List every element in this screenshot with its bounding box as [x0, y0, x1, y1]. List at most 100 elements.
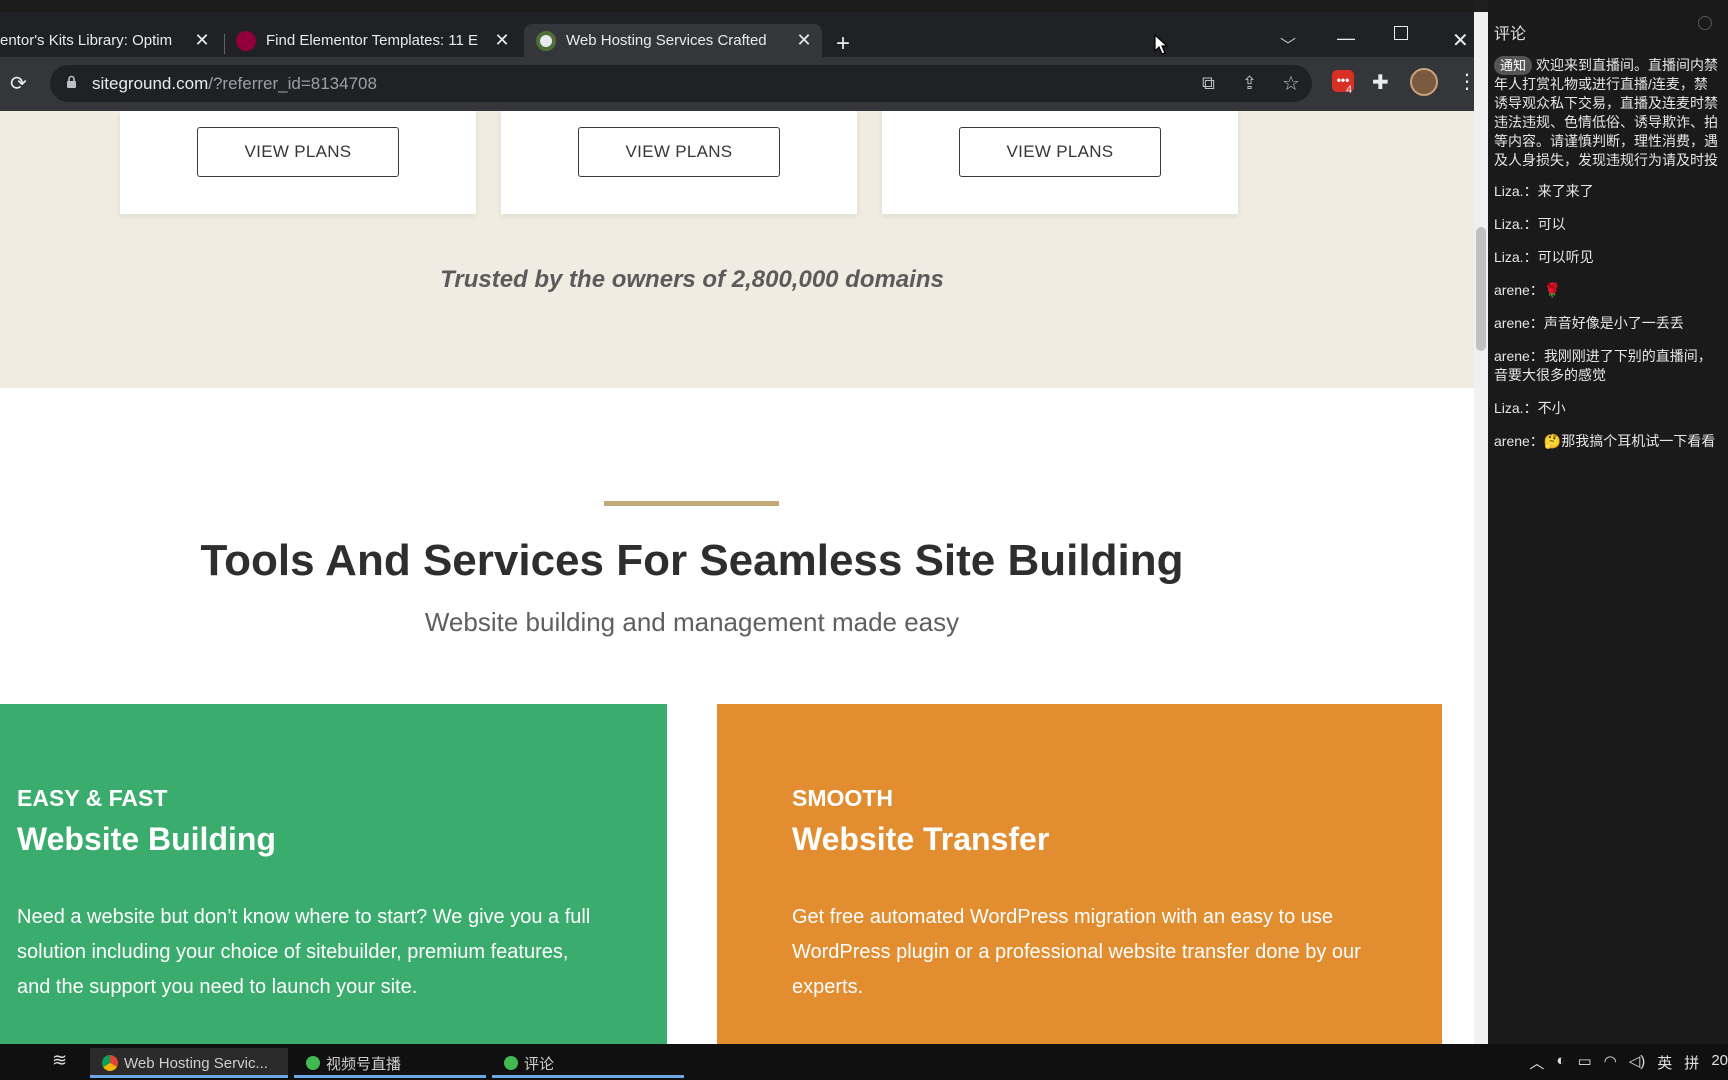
comment-author: Liza.： [1494, 249, 1538, 265]
notice-line: 诱导观众私下交易，直播及连麦时禁 [1494, 95, 1718, 111]
section-subtitle: Website building and management made eas… [424, 607, 960, 637]
plan-card: VIEW PLANS [501, 111, 857, 214]
comment-text: 声音好像是小了一丢丢 [1543, 315, 1684, 331]
notice-line: 及人身损失，发现违规行为请及时投 [1494, 152, 1718, 168]
comment-text: 我刚刚进了下别的直播间， [1543, 348, 1712, 364]
comment-text: 不小 [1537, 400, 1566, 416]
url-text: siteground.com/?referrer_id=8134708 [92, 74, 377, 94]
app-launcher-icon[interactable]: ≋ [52, 1050, 67, 1071]
translate-icon[interactable]: ⧉ [1202, 73, 1215, 94]
page-scrollbar[interactable]: ▼ [1474, 12, 1488, 1062]
taskbar-item-label: Web Hosting Servic... [124, 1054, 268, 1072]
ime-language[interactable]: 英 [1657, 1052, 1672, 1073]
comment-item: Liza.：不小 [1494, 399, 1728, 418]
active-indicator [90, 1075, 288, 1078]
tab-label: Find Elementor Templates: 11 E [266, 32, 479, 49]
comment-list[interactable]: 通知 欢迎来到直播间。直播间内禁 年人打赏礼物或进行直播/连麦，禁 诱导观众私下交… [1494, 56, 1728, 465]
feature-title: Website Building [17, 821, 276, 857]
bookmark-star-icon[interactable]: ☆ [1282, 71, 1300, 96]
taskbar-item-chrome[interactable]: Web Hosting Servic... [90, 1048, 288, 1078]
notice-badge: 通知 [1494, 56, 1533, 75]
section-divider [604, 501, 779, 506]
feature-title: Website Transfer [792, 821, 1050, 857]
pricing-section-bottom: VIEW PLANS VIEW PLANS VIEW PLANS Trusted… [0, 111, 1474, 388]
scrollbar-thumb[interactable] [1476, 227, 1486, 351]
comment-item: arene：声音好像是小了一丢丢 [1494, 314, 1728, 333]
clock[interactable]: 20 [1711, 1052, 1728, 1073]
half-moon-icon[interactable]: ◐ [1556, 1052, 1565, 1073]
tab-elementor-kits[interactable]: entor's Kits Library: Optim ✕ [0, 24, 218, 57]
notice-line: 违法违规、色情低俗、诱导欺诈、拍 [1494, 114, 1718, 130]
close-icon[interactable]: ✕ [794, 30, 814, 51]
tab-find-elementor-templates[interactable]: Find Elementor Templates: 11 E ✕ [236, 24, 518, 57]
minimize-icon[interactable]: — [1337, 28, 1355, 49]
wifi-icon[interactable]: ◠ [1604, 1052, 1617, 1073]
siteground-favicon-icon [536, 30, 556, 51]
ime-mode[interactable]: 拼 [1684, 1052, 1699, 1073]
system-notice: 通知 欢迎来到直播间。直播间内禁 年人打赏礼物或进行直播/连麦，禁 诱导观众私下交… [1494, 56, 1728, 170]
menu-kebab-icon[interactable]: ⋮ [1457, 69, 1474, 94]
taskbar-item-live[interactable]: 视频号直播 [294, 1048, 486, 1078]
comment-text: 可以听见 [1537, 249, 1594, 265]
address-bar[interactable]: siteground.com/?referrer_id=8134708 ⧉ ⇪ … [50, 65, 1312, 102]
active-indicator [492, 1075, 684, 1078]
feature-card-website-building[interactable]: EASY & FAST Website Building Need a webs… [0, 704, 667, 1062]
windows-taskbar: ≋ Web Hosting Servic... 视频号直播 评论 ︿ ◐ ▭ ◠… [0, 1044, 1728, 1080]
lock-icon[interactable] [66, 75, 77, 89]
elementor-favicon-icon [236, 30, 256, 51]
profile-avatar[interactable] [1410, 68, 1438, 96]
comment-author: arene： [1494, 282, 1544, 298]
close-icon[interactable]: ✕ [492, 30, 512, 51]
extension-badge: 4 [1346, 84, 1353, 96]
tab-separator [224, 34, 225, 54]
tab-label: Web Hosting Services Crafted [566, 32, 767, 49]
battery-icon[interactable]: ▭ [1577, 1052, 1591, 1073]
comment-item: Liza.：可以 [1494, 215, 1728, 234]
system-tray: ︿ ◐ ▭ ◠ ◁) 英 拼 20 [1529, 1052, 1728, 1073]
volume-icon[interactable]: ◁) [1629, 1052, 1646, 1073]
extensions-puzzle-icon[interactable]: ✚ [1372, 70, 1389, 95]
wechat-icon [504, 1056, 518, 1070]
feature-card-website-transfer[interactable]: SMOOTH Website Transfer Get free automat… [717, 704, 1442, 1062]
feature-description: Get free automated WordPress migration w… [792, 906, 1361, 998]
comment-item: arene：🤔那我搞个耳机试一下看看 [1494, 432, 1728, 451]
comment-text: 🤔那我搞个耳机试一下看看 [1543, 433, 1716, 449]
browser-toolbar: ⟳ siteground.com/?referrer_id=8134708 ⧉ … [0, 57, 1474, 111]
close-icon[interactable]: ✕ [192, 30, 212, 51]
plan-card: VIEW PLANS [120, 111, 476, 214]
chrome-icon [102, 1055, 118, 1071]
taskbar-item-comments[interactable]: 评论 [492, 1048, 684, 1078]
url-host: siteground.com [92, 74, 209, 93]
wechat-icon [306, 1056, 320, 1070]
chevron-up-icon[interactable]: ︿ [1529, 1052, 1544, 1073]
comment-item: arene：我刚刚进了下别的直播间， 音要大很多的感觉 [1494, 347, 1728, 385]
tab-web-hosting-active[interactable]: Web Hosting Services Crafted ✕ [524, 24, 822, 57]
comments-title: 评论 [1494, 26, 1527, 43]
window-top-strip [0, 0, 1474, 12]
trusted-by-text: Trusted by the owners of 2,800,000 domai… [440, 266, 944, 293]
tab-bar: entor's Kits Library: Optim ✕ Find Eleme… [0, 12, 1474, 57]
window-close-icon[interactable]: ✕ [1452, 28, 1469, 53]
share-icon[interactable]: ⇪ [1242, 73, 1257, 94]
view-plans-button[interactable]: VIEW PLANS [959, 127, 1161, 177]
active-indicator [294, 1075, 486, 1078]
browser-window: entor's Kits Library: Optim ✕ Find Eleme… [0, 0, 1474, 1062]
extension-icon[interactable]: ••• 4 [1332, 70, 1354, 96]
hide-comments-icon[interactable] [1698, 16, 1712, 30]
notice-line: 等内容。请谨慎判断，理性消费，遇 [1494, 133, 1718, 149]
web-page: VIEW PLANS VIEW PLANS VIEW PLANS Trusted… [0, 111, 1474, 1062]
reload-icon[interactable]: ⟳ [10, 71, 27, 96]
taskbar-item-label: 评论 [524, 1055, 555, 1073]
notice-line: 欢迎来到直播间。直播间内禁 [1536, 57, 1719, 73]
feature-kicker: SMOOTH [792, 785, 893, 811]
new-tab-button[interactable]: + [836, 32, 850, 56]
live-comments-panel: 评论 通知 欢迎来到直播间。直播间内禁 年人打赏礼物或进行直播/连麦，禁 诱导观众… [1488, 0, 1728, 1044]
view-plans-button[interactable]: VIEW PLANS [578, 127, 780, 177]
comment-text: 可以 [1537, 216, 1566, 232]
comment-text: 来了来了 [1537, 183, 1594, 199]
tab-search-chevron-icon[interactable]: ﹀ [1280, 32, 1296, 56]
view-plans-button[interactable]: VIEW PLANS [197, 127, 399, 177]
comment-item: Liza.：来了来了 [1494, 182, 1728, 201]
maximize-icon[interactable] [1394, 26, 1408, 40]
comment-author: arene： [1494, 348, 1544, 364]
